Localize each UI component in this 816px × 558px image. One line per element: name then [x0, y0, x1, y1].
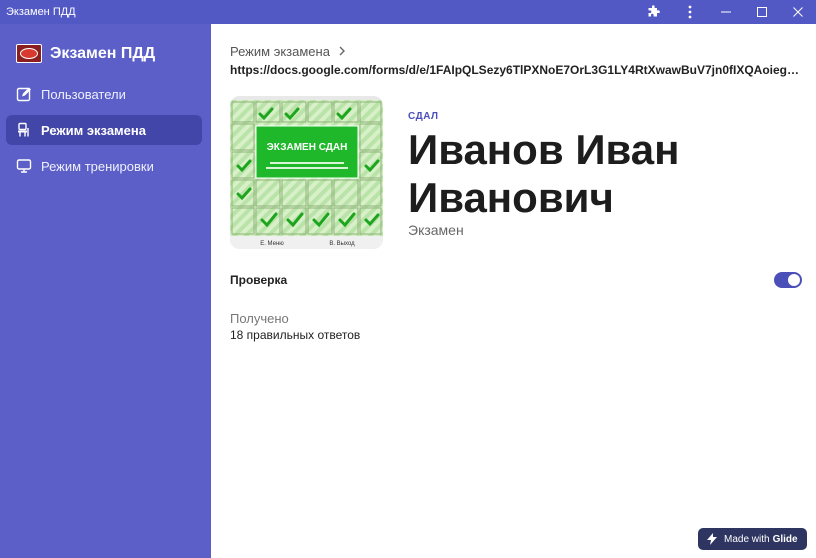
sidebar-item-label: Режим экзамена	[41, 122, 146, 138]
window-titlebar: Экзамен ПДД	[0, 0, 816, 24]
main-content: Режим экзамена https://docs.google.com/f…	[211, 24, 816, 558]
sidebar-item-label: Режим тренировки	[41, 158, 154, 174]
more-vertical-icon[interactable]	[672, 0, 708, 24]
edit-square-icon	[15, 85, 33, 103]
monitor-icon	[15, 157, 33, 175]
check-label: Проверка	[230, 273, 288, 287]
extensions-icon[interactable]	[636, 0, 672, 24]
sidebar-nav: Пользователи Режим экзамена Режим тренир…	[6, 79, 202, 187]
chevron-right-icon	[338, 44, 346, 59]
check-toggle[interactable]	[774, 272, 802, 288]
exam-result-image: ЭКЗАМЕН СДАН Е. Меню В. Выход	[230, 96, 383, 249]
image-banner-text: ЭКЗАМЕН СДАН	[267, 142, 348, 153]
badge-brand: Glide	[772, 533, 798, 545]
brand-logo	[16, 44, 42, 63]
received-value: 18 правильных ответов	[230, 328, 361, 342]
check-row: Проверка	[230, 270, 802, 290]
minimize-icon[interactable]	[708, 0, 744, 24]
form-url: https://docs.google.com/forms/d/e/1FAIpQ…	[230, 63, 802, 77]
person-subtitle: Экзамен	[408, 222, 464, 238]
brand-name: Экзамен ПДД	[50, 44, 156, 62]
glide-icon	[706, 533, 718, 545]
received-label: Получено	[230, 311, 289, 326]
person-name: Иванов Иван Иванович	[408, 126, 680, 221]
image-footer-left: Е. Меню	[260, 241, 284, 247]
badge-prefix: Made with	[724, 533, 770, 545]
sidebar-item-exam-mode[interactable]: Режим экзамена	[6, 115, 202, 145]
breadcrumb[interactable]: Режим экзамена	[230, 44, 346, 59]
brand[interactable]: Экзамен ПДД	[16, 44, 155, 63]
breadcrumb-label: Режим экзамена	[230, 44, 330, 59]
image-footer-right: В. Выход	[329, 241, 355, 247]
window-title: Экзамен ПДД	[6, 6, 76, 18]
sidebar-item-label: Пользователи	[41, 86, 126, 102]
status-badge: СДАЛ	[408, 111, 439, 122]
maximize-icon[interactable]	[744, 0, 780, 24]
toggle-knob	[788, 274, 800, 286]
user-desk-icon	[15, 121, 33, 139]
sidebar-item-training-mode[interactable]: Режим тренировки	[6, 151, 202, 181]
made-with-glide-badge[interactable]: Made with Glide	[698, 528, 807, 550]
close-icon[interactable]	[780, 0, 816, 24]
sidebar-item-users[interactable]: Пользователи	[6, 79, 202, 109]
sidebar: Экзамен ПДД Пользователи Режим экзамена …	[0, 24, 211, 558]
